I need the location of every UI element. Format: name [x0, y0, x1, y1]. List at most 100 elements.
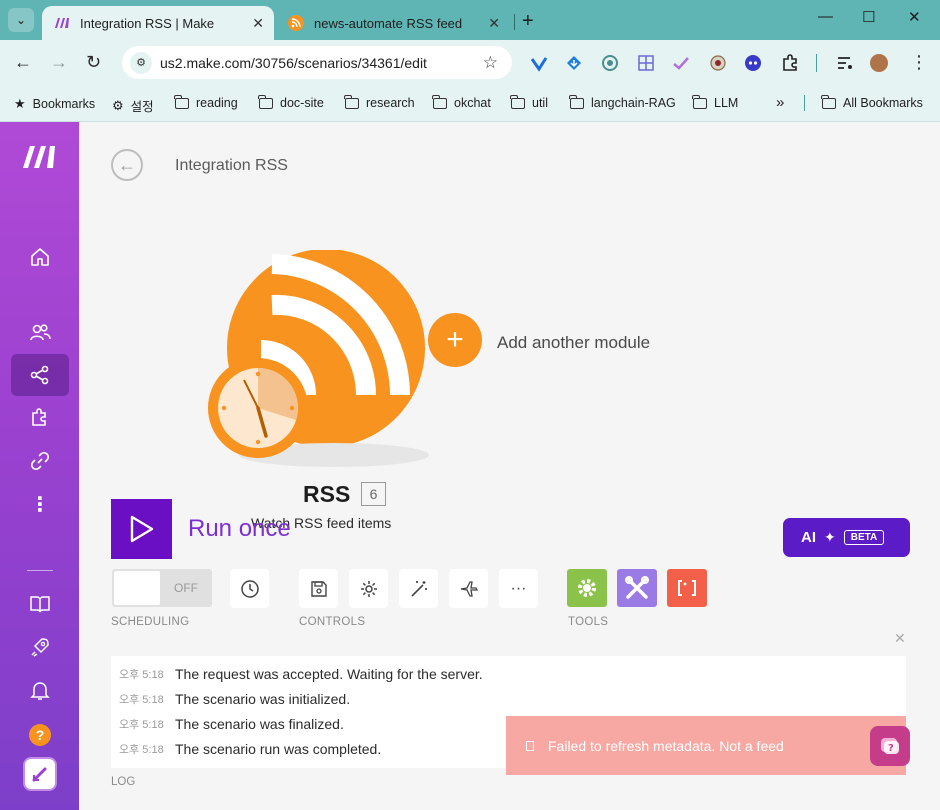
log-message: The request was accepted. Waiting for th…	[175, 666, 483, 682]
controls-label: CONTROLS	[299, 616, 366, 628]
explain-flow-button[interactable]	[449, 569, 488, 608]
tools-text-parser-button[interactable]	[667, 569, 707, 607]
scheduling-toggle[interactable]: OFF	[112, 569, 212, 607]
auto-align-button[interactable]	[399, 569, 438, 608]
forward-icon[interactable]: →	[50, 52, 68, 73]
tab-integration-rss[interactable]: Integration RSS | Make ✕	[42, 6, 274, 40]
bookmarks-overflow-icon[interactable]: »	[776, 94, 784, 111]
bookmark-llm[interactable]: LLM	[692, 94, 738, 110]
back-button[interactable]: ←	[111, 149, 143, 181]
tools-flow-control-button[interactable]	[567, 569, 607, 607]
bookmark-langchain-rag[interactable]: langchain-RAG	[569, 94, 676, 110]
bookmark-settings[interactable]: ⚙ 설정	[112, 96, 154, 115]
log-entry: 오후 5:18 The scenario was finalized.	[111, 714, 344, 734]
sidebar-item-notifications[interactable]	[11, 669, 69, 711]
folder-icon	[821, 94, 836, 109]
ai-assistant-button[interactable]: AI ✦ BETA	[783, 518, 910, 557]
check-extension-icon[interactable]	[672, 54, 690, 72]
log-entry: 오후 5:18 The request was accepted. Waitin…	[111, 664, 483, 684]
extensions-puzzle-icon[interactable]	[781, 54, 799, 72]
sidebar-item-docs[interactable]	[11, 583, 69, 625]
bell-icon	[30, 682, 50, 700]
bookmark-star-icon[interactable]: ☆	[483, 53, 498, 73]
tab-news-automate[interactable]: news-automate RSS feed ✕	[276, 6, 510, 40]
tools-tools-button[interactable]	[617, 569, 657, 607]
sidebar-item-team[interactable]	[11, 311, 69, 353]
rss-module[interactable]	[206, 249, 466, 480]
log-close-icon[interactable]: ✕	[894, 630, 906, 647]
url-text: us2.make.com/30756/scenarios/34361/edit	[160, 54, 427, 71]
close-tab-icon[interactable]: ✕	[252, 15, 264, 32]
log-entry: 오후 5:18 The scenario run was completed.	[111, 739, 381, 759]
bookmark-doc-site[interactable]: doc-site	[258, 94, 324, 110]
add-module-label[interactable]: Add another module	[497, 333, 650, 353]
download-extension-icon[interactable]	[565, 54, 583, 72]
more-icon[interactable]: ⋮	[11, 483, 69, 525]
error-icon	[526, 740, 534, 751]
log-time: 오후 5:18	[119, 744, 164, 756]
toast-message: Failed to refresh metadata. Not a feed	[548, 737, 784, 754]
clock-icon	[240, 579, 259, 598]
rss-favicon-icon	[288, 15, 304, 31]
reload-icon[interactable]: ↻	[86, 52, 101, 73]
ai-label: AI	[801, 529, 816, 546]
add-module-button[interactable]: +	[428, 313, 482, 367]
schedule-settings-button[interactable]	[230, 569, 269, 608]
sidebar-item-user[interactable]	[11, 753, 69, 795]
new-tab-icon[interactable]: +	[522, 10, 534, 33]
sidebar-item-home[interactable]	[11, 236, 69, 278]
browser-toolbar: ← → ↻ ⚙ us2.make.com/30756/scenarios/343…	[0, 40, 940, 86]
sidebar-item-scenarios[interactable]	[11, 354, 69, 396]
airplane-icon	[460, 580, 478, 597]
address-bar[interactable]: ⚙ us2.make.com/30756/scenarios/34361/edi…	[122, 46, 512, 79]
log-message: The scenario was finalized.	[175, 716, 344, 732]
toggle-state: OFF	[174, 581, 198, 595]
star-icon: ★	[14, 96, 26, 111]
tab-title: Integration RSS | Make	[80, 15, 215, 31]
svg-text:?: ?	[888, 743, 894, 754]
sidebar-item-help[interactable]: ?	[11, 714, 69, 756]
bot-extension-icon[interactable]	[744, 54, 762, 72]
reading-list-icon[interactable]	[836, 54, 854, 72]
run-once-button[interactable]	[111, 499, 172, 559]
support-chat-button[interactable]: ?	[870, 726, 910, 766]
sidebar-item-whats-new[interactable]	[11, 626, 69, 668]
rss-module-icon	[208, 249, 429, 467]
maximize-icon[interactable]: ☐	[862, 8, 875, 26]
seal-extension-icon[interactable]	[709, 54, 727, 72]
browser-menu-icon[interactable]: ⋮	[910, 52, 928, 73]
vimeo-extension-icon[interactable]	[530, 54, 548, 72]
scenario-title[interactable]: Integration RSS	[175, 157, 288, 175]
run-once-label[interactable]: Run once	[188, 515, 291, 543]
window-close-icon[interactable]: ✕	[908, 8, 921, 26]
grid-extension-icon[interactable]	[637, 54, 655, 72]
save-button[interactable]	[299, 569, 338, 608]
help-icon: ?	[29, 724, 51, 746]
bookmarks-bar: ★ Bookmarks ⚙ 설정 reading doc-site research…	[0, 86, 940, 122]
site-info-icon[interactable]: ⚙	[130, 51, 152, 74]
tab-search-button[interactable]: ⌄	[8, 8, 34, 32]
module-id-badge: 6	[361, 482, 386, 506]
bookmark-reading[interactable]: reading	[174, 94, 238, 110]
team-icon	[30, 324, 51, 341]
minimize-icon[interactable]: —	[818, 8, 833, 25]
sidebar-item-connections[interactable]	[11, 440, 69, 482]
bookmark-okchat[interactable]: okchat	[432, 94, 491, 110]
sidebar-item-apps[interactable]	[11, 397, 69, 439]
scenario-settings-button[interactable]	[349, 569, 388, 608]
globe-extension-icon[interactable]	[601, 54, 619, 72]
bookmarks-divider	[804, 95, 805, 111]
bookmark-bookmarks[interactable]: ★ Bookmarks	[14, 96, 95, 112]
bookmark-research[interactable]: research	[344, 94, 415, 110]
bookmark-util[interactable]: util	[510, 94, 548, 110]
bookmark-all-bookmarks[interactable]: All Bookmarks	[821, 94, 923, 110]
sparkle-icon: ✦	[824, 529, 836, 545]
folder-icon	[569, 94, 584, 109]
link-icon	[30, 451, 50, 471]
cog-icon	[578, 579, 596, 597]
more-controls-icon[interactable]: ···	[499, 569, 538, 608]
close-tab-icon[interactable]: ✕	[488, 15, 500, 32]
profile-avatar[interactable]	[870, 54, 888, 72]
back-icon[interactable]: ←	[14, 52, 32, 73]
make-logo-icon[interactable]	[22, 144, 58, 178]
